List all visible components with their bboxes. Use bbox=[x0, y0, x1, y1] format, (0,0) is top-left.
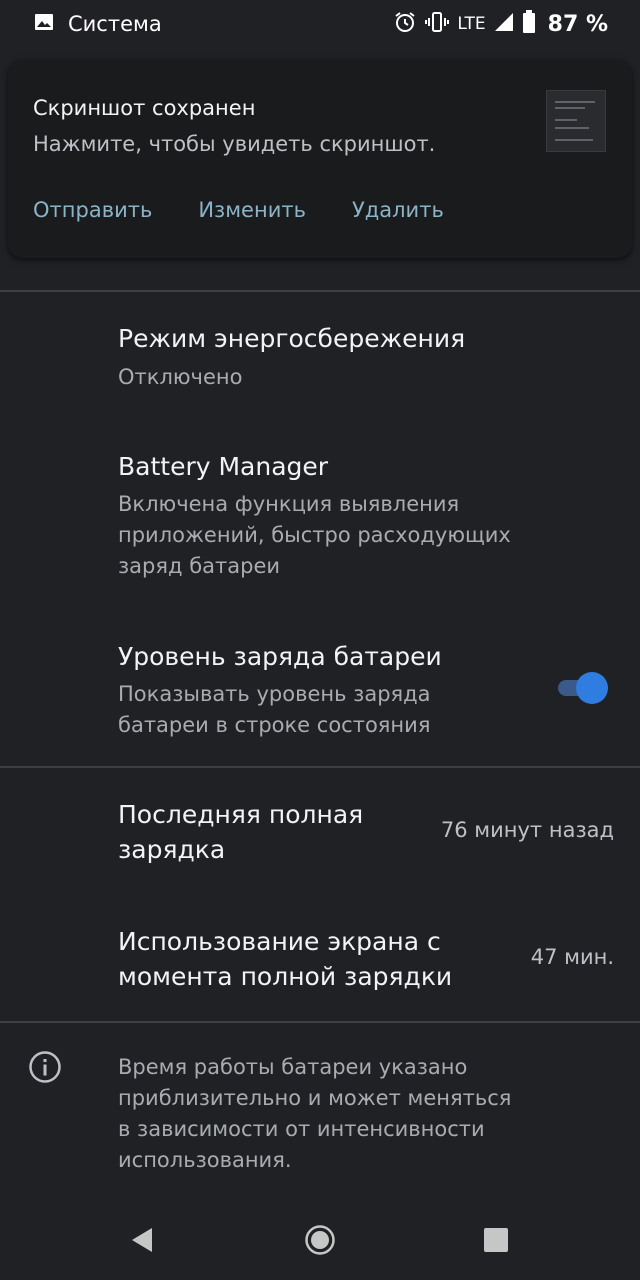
info-text-line: Время работы батареи указано bbox=[118, 1055, 468, 1079]
network-type: LTE bbox=[457, 14, 486, 34]
battery-info-text: Время работы батареи указано приблизител… bbox=[118, 1052, 578, 1176]
info-text-line: в зависимости от интенсивности bbox=[118, 1117, 485, 1141]
screen-usage-title-line: момента полной зарядки bbox=[118, 962, 453, 991]
edit-button[interactable]: Изменить bbox=[198, 198, 306, 222]
notification-title: Скриншот сохранен bbox=[33, 96, 256, 120]
info-icon bbox=[28, 1050, 62, 1084]
screen-usage-value: 47 мин. bbox=[530, 945, 614, 969]
battery-level-title: Уровень заряда батареи bbox=[118, 642, 442, 671]
recents-icon bbox=[483, 1227, 509, 1257]
alarm-icon bbox=[393, 10, 417, 38]
screenshot-notification[interactable]: Скриншот сохранен Нажмите, чтобы увидеть… bbox=[8, 60, 632, 258]
battery-level-subtitle-line: Показывать уровень заряда bbox=[118, 682, 431, 706]
home-button[interactable] bbox=[300, 1222, 340, 1262]
screenshot-thumbnail[interactable] bbox=[546, 90, 606, 152]
status-bar-right: LTE 87 % bbox=[393, 0, 608, 48]
image-icon bbox=[34, 12, 54, 36]
battery-icon bbox=[522, 10, 536, 38]
recents-button[interactable] bbox=[476, 1222, 516, 1262]
battery-level-toggle[interactable] bbox=[556, 672, 612, 704]
status-bar-left: Система bbox=[34, 12, 162, 36]
navigation-bar bbox=[0, 1200, 640, 1280]
last-full-charge-value: 76 минут назад bbox=[440, 818, 614, 842]
info-text-line: приблизительно и может меняться bbox=[118, 1086, 512, 1110]
divider bbox=[0, 290, 640, 292]
battery-manager-subtitle-line: приложений, быстро расходующих bbox=[118, 523, 511, 547]
vibrate-icon bbox=[425, 10, 450, 38]
info-text-line: использования. bbox=[118, 1148, 292, 1172]
screen-usage-title-line: Использование экрана с bbox=[118, 927, 441, 956]
divider bbox=[0, 1021, 640, 1023]
toggle-thumb bbox=[576, 672, 608, 704]
battery-manager-subtitle-line: Включена функция выявления bbox=[118, 492, 460, 516]
battery-manager-subtitle-line: заряд батареи bbox=[118, 554, 281, 578]
back-button[interactable] bbox=[122, 1222, 162, 1262]
last-full-charge-title-line: Последняя полная bbox=[118, 800, 364, 829]
home-icon bbox=[304, 1224, 336, 1260]
status-bar-app-name: Система bbox=[68, 12, 162, 36]
battery-percent: 87 % bbox=[547, 11, 608, 37]
power-saving-subtitle: Отключено bbox=[118, 365, 243, 389]
share-button[interactable]: Отправить bbox=[33, 198, 152, 222]
battery-manager-title: Battery Manager bbox=[118, 452, 329, 481]
notification-text: Нажмите, чтобы увидеть скриншот. bbox=[33, 132, 436, 156]
battery-level-subtitle-line: батареи в строке состояния bbox=[118, 713, 431, 737]
status-bar: Система LTE 87 % bbox=[0, 0, 640, 48]
signal-icon bbox=[494, 12, 514, 36]
notification-actions: Отправить Изменить Удалить bbox=[33, 198, 444, 222]
power-saving-title: Режим энергосбережения bbox=[118, 324, 466, 353]
last-full-charge-title-line: зарядка bbox=[118, 835, 226, 864]
back-icon bbox=[128, 1226, 156, 1258]
delete-button[interactable]: Удалить bbox=[352, 198, 444, 222]
divider bbox=[0, 766, 640, 768]
